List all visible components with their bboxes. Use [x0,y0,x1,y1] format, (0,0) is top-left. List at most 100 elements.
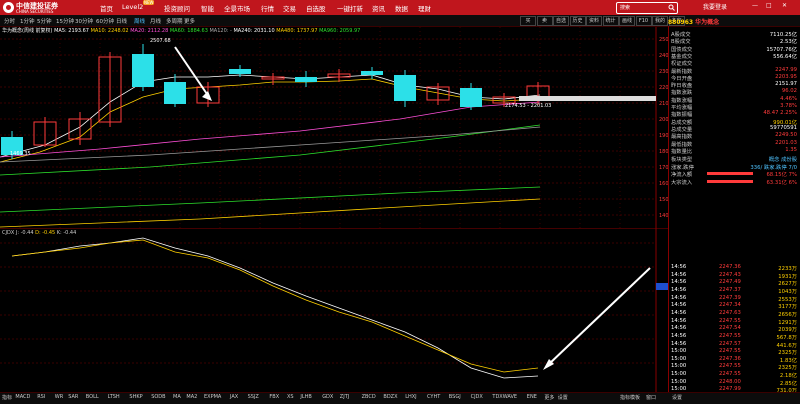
stat-row: 总成交额 990.01亿 [671,118,797,126]
stat-row: 平均涨幅 3.78% [671,103,797,111]
toolbar-button-0[interactable]: 买 [520,16,536,26]
price-axis-label: 1400 [659,213,668,219]
indicator-tab-28[interactable]: 设置 [558,394,568,401]
chart-title: 华为概念(周线 前复权) [2,28,53,34]
period-tab-2[interactable]: 5分钟 [37,17,52,25]
stat-row: 权证成交 [671,59,797,67]
menu-item-8[interactable]: 一键打新 [337,3,363,13]
maximize-icon[interactable]: □ [766,2,772,9]
toolbar-button-1[interactable]: 卖 [536,16,553,26]
minimize-icon[interactable]: — [752,2,758,9]
indicator-tab-26[interactable]: ENE [527,394,537,400]
indicator-tab-27[interactable]: 更多 [544,394,554,401]
indicator-tab-6[interactable]: LTSH [108,394,120,400]
candle-body [229,69,251,74]
indicator-tab-19[interactable]: ZBCD [362,394,376,400]
tick-price: 2247.55 [719,348,741,355]
toolbar-button-5[interactable]: 统计 [602,16,619,26]
low-price-label: 1469.35 [10,151,31,157]
indicator-tab-7[interactable]: SHKP [129,394,142,400]
price-highlight-bar [519,96,656,101]
indicator-tab-0[interactable]: 指标 [2,394,12,401]
indicator-tab-23[interactable]: BSGJ [449,394,461,400]
menu-item-0[interactable]: 首页 [100,3,113,13]
period-tab-6[interactable]: 日线 [116,17,127,25]
period-tab-9[interactable]: 多周期 [166,17,183,25]
period-tab-5[interactable]: 60分钟 [96,17,114,25]
indicator-tab-2[interactable]: RSI [37,394,45,400]
toolbar-button-7[interactable]: F10 [635,16,652,26]
menu-item-2[interactable]: 投资顾问 [164,3,190,13]
toolbar-button-6[interactable]: 画线 [619,16,635,26]
period-tab-8[interactable]: 月线 [150,17,161,25]
candle-body [295,77,317,82]
menu-item-3[interactable]: 智能 [201,3,214,13]
candle-body [361,71,383,75]
tick-time: 14:56 [671,279,687,286]
price-axis-label: 2300 [659,69,668,75]
menu-item-4[interactable]: 全景市场 [224,3,250,13]
search-icon[interactable] [668,4,675,11]
period-tab-1[interactable]: 1分钟 [20,17,35,25]
tick-time: 14:56 [671,340,687,347]
period-tab-3[interactable]: 15分钟 [56,17,74,25]
indicator-tab-14[interactable]: FBX [269,394,279,400]
stat-row: 最低指数 2201.03 [671,140,797,148]
indicator-tab-22[interactable]: CYHT [427,394,440,400]
bottom-right-2[interactable]: 设置 [672,394,682,401]
indicator-tab-16[interactable]: JLHB [300,394,311,400]
tick-price: 2247.55 [719,371,741,378]
indicator-tab-11[interactable]: EXPMA [204,394,221,400]
period-tab-0[interactable]: 分时 [4,17,15,25]
menu-item-7[interactable]: 自选股 [306,3,326,13]
menu-item-6[interactable]: 交易 [283,3,296,13]
menu-item-1[interactable]: Level2 [122,3,143,11]
menu-item-5[interactable]: 行情 [261,3,274,13]
indicator-tab-18[interactable]: ZJTJ [340,394,349,400]
period-tab-10[interactable]: 更多 [184,17,195,25]
candlestick-chart[interactable]: 2500 2400 2300 2200 2100 2000 1900 1800 1700 1600… [0,27,668,228]
indicator-tab-15[interactable]: XS [287,394,294,400]
indicator-tab-21[interactable]: LHXJ [405,394,416,400]
price-axis-label: 1600 [659,181,668,187]
brand-logo: 中信建投证券 CHINA SECURITIES [3,1,63,14]
indicator-tab-8[interactable]: SODB [151,394,165,400]
indicator-tab-13[interactable]: SSJZ [248,394,259,400]
tick-time: 14:56 [671,332,687,339]
period-tab-7[interactable]: 周线 [134,17,145,25]
menu-item-10[interactable]: 数据 [395,3,408,13]
indicator-tab-5[interactable]: BOLL [86,394,99,400]
toolbar-button-3[interactable]: 历史 [569,16,586,26]
stat-value: 59770591 [770,124,797,131]
tick-price: 2247.55 [719,363,741,370]
indicator-tab-24[interactable]: CJDX [471,394,483,400]
stat-row: 今日开盘 2203.95 [671,74,797,82]
toolbar-button-2[interactable]: 自选 [553,16,569,26]
flow-value: 63.31亿 6% [766,179,797,186]
indicator-tab-1[interactable]: MACD [15,394,30,400]
indicator-tab-20[interactable]: BDZX [383,394,397,400]
indicator-name: CJDX [2,230,15,236]
indicator-chart[interactable] [0,228,668,392]
toolbar-button-8[interactable]: 我的 [652,16,668,26]
indicator-tab-9[interactable]: MA [173,394,181,400]
menu-item-11[interactable]: 理财 [418,3,431,13]
flow-bar [707,172,753,176]
indicator-tab-12[interactable]: JAX [230,394,238,400]
search-input[interactable]: 搜索 [616,2,678,14]
price-axis-label: 2200 [659,85,668,91]
indicator-tab-25[interactable]: TDXWAVE [492,394,517,400]
close-icon[interactable]: ✕ [782,2,787,9]
menu-item-9[interactable]: 资讯 [372,3,385,13]
indicator-tab-17[interactable]: GDX [322,394,333,400]
bottom-right-1[interactable]: 窗口 [646,394,656,401]
indicator-tab-3[interactable]: WR [55,394,63,400]
bottom-right-0[interactable]: 指标模板 [620,394,640,401]
indicator-tab-4[interactable]: SAR [68,394,78,400]
toolbar-button-4[interactable]: 资料 [586,16,602,26]
period-tab-4[interactable]: 30分钟 [75,17,93,25]
indicator-tab-10[interactable]: MA2 [186,394,197,400]
login-link[interactable]: 我要登录 [703,2,727,11]
price-axis-label: 1900 [659,133,668,139]
stat-row: 指数量比 1.35 [671,147,797,155]
